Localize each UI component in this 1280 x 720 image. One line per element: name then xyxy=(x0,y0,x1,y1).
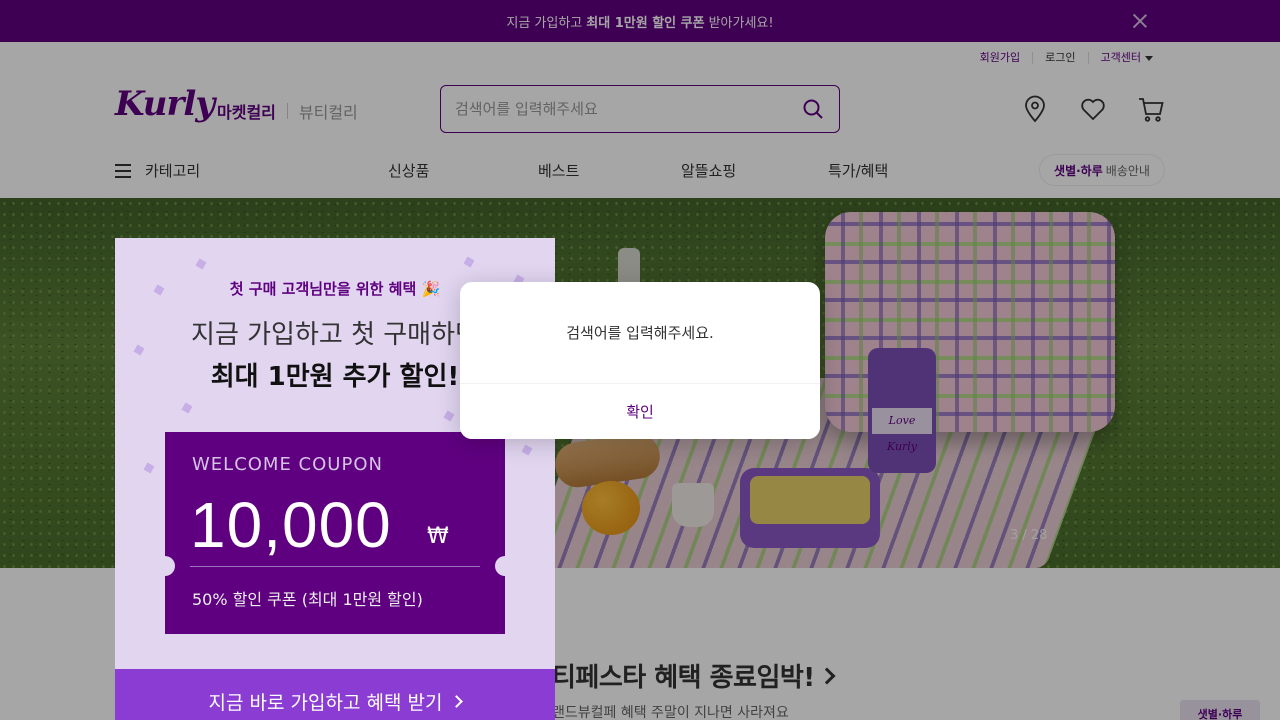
confetti xyxy=(143,462,155,474)
ticket-amount: 10,000 xyxy=(190,489,392,561)
confetti xyxy=(521,444,533,456)
confetti xyxy=(195,258,207,270)
confirm-button[interactable]: 확인 xyxy=(460,384,820,439)
ticket-title: WELCOME COUPON xyxy=(192,454,383,475)
confetti xyxy=(181,402,193,414)
ticket-description: 50% 할인 쿠폰 (최대 1만원 할인) xyxy=(192,590,423,609)
signup-benefit-label: 지금 바로 가입하고 혜택 받기 xyxy=(208,691,443,714)
alert-modal: 검색어를 입력해주세요. 확인 xyxy=(460,282,820,439)
chevron-right-icon xyxy=(450,694,464,708)
signup-benefit-button[interactable]: 지금 바로 가입하고 혜택 받기 xyxy=(115,669,555,720)
won-icon: ₩ xyxy=(427,524,449,549)
ticket-divider xyxy=(190,566,480,567)
confetti xyxy=(463,256,475,268)
coupon-ticket: WELCOME COUPON 10,000 ₩ 50% 할인 쿠폰 (최대 1만… xyxy=(155,432,515,634)
kurly-page: 지금 가입하고 최대 1만원 할인 쿠폰 받아가세요! 회원가입 로그인 고객센… xyxy=(0,0,1280,720)
confetti xyxy=(443,410,455,422)
alert-message: 검색어를 입력해주세요. xyxy=(566,324,714,342)
